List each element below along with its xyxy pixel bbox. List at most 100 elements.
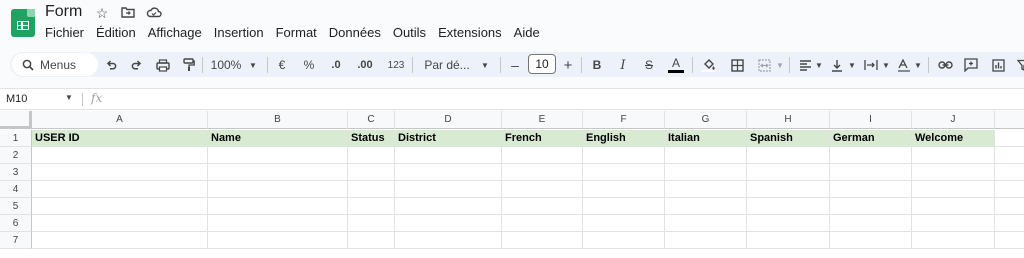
- font-size-input[interactable]: 10: [528, 54, 556, 74]
- grid-cell[interactable]: [502, 215, 583, 232]
- grid-cell[interactable]: [395, 147, 502, 164]
- strikethrough-button[interactable]: S: [642, 55, 656, 75]
- grid-cell[interactable]: [995, 130, 1024, 147]
- grid-cell[interactable]: [583, 198, 665, 215]
- column-header-f[interactable]: F: [583, 111, 665, 129]
- rotation-chevron-down-icon[interactable]: ▼: [914, 55, 922, 75]
- menu-file[interactable]: Fichier: [45, 25, 84, 40]
- print-icon[interactable]: [155, 55, 171, 75]
- grid-cell[interactable]: [348, 232, 395, 249]
- increase-font-size-button[interactable]: +: [561, 55, 575, 75]
- grid-cell[interactable]: [583, 215, 665, 232]
- grid-cell[interactable]: [665, 232, 747, 249]
- currency-format-button[interactable]: €: [275, 55, 289, 75]
- text-color-button[interactable]: A: [667, 55, 685, 75]
- header-cell[interactable]: USER ID: [32, 130, 208, 147]
- grid-cell[interactable]: [32, 198, 208, 215]
- insert-link-icon[interactable]: [937, 55, 953, 75]
- grid-cell[interactable]: [912, 147, 995, 164]
- row-header-7[interactable]: 7: [0, 232, 32, 249]
- grid-cell[interactable]: [747, 147, 830, 164]
- grid-cell[interactable]: [995, 164, 1024, 181]
- text-rotation-icon[interactable]: [896, 55, 912, 75]
- borders-icon[interactable]: [729, 55, 745, 75]
- grid-cell[interactable]: [665, 215, 747, 232]
- grid-cell[interactable]: [348, 181, 395, 198]
- grid-cell[interactable]: [995, 215, 1024, 232]
- menu-format[interactable]: Format: [276, 25, 317, 40]
- wrap-chevron-down-icon[interactable]: ▼: [882, 55, 890, 75]
- header-cell[interactable]: Name: [208, 130, 348, 147]
- grid-cell[interactable]: [583, 181, 665, 198]
- column-header-b[interactable]: B: [208, 111, 348, 129]
- merge-cells-icon[interactable]: [756, 55, 772, 75]
- increase-decimal-button[interactable]: .00: [354, 55, 376, 75]
- paint-format-icon[interactable]: [181, 55, 197, 75]
- column-header-d[interactable]: D: [395, 111, 502, 129]
- zoom-chevron-down-icon[interactable]: ▼: [248, 55, 258, 75]
- grid-cell[interactable]: [747, 181, 830, 198]
- column-header-k[interactable]: [995, 111, 1024, 129]
- redo-icon[interactable]: [129, 55, 145, 75]
- column-header-c[interactable]: C: [348, 111, 395, 129]
- menu-tools[interactable]: Outils: [393, 25, 426, 40]
- grid-cell[interactable]: [348, 198, 395, 215]
- name-box-chevron-down-icon[interactable]: ▼: [65, 93, 73, 102]
- row-header-4[interactable]: 4: [0, 181, 32, 198]
- grid-cell[interactable]: [583, 164, 665, 181]
- column-header-e[interactable]: E: [502, 111, 583, 129]
- header-cell[interactable]: Status: [348, 130, 395, 147]
- insert-comment-icon[interactable]: [963, 55, 979, 75]
- grid-cell[interactable]: [502, 164, 583, 181]
- grid-cell[interactable]: [665, 198, 747, 215]
- grid-cell[interactable]: [665, 147, 747, 164]
- number-format-button[interactable]: 123: [385, 55, 407, 75]
- grid-cell[interactable]: [502, 147, 583, 164]
- cloud-status-icon[interactable]: [146, 5, 162, 21]
- menu-view[interactable]: Affichage: [148, 25, 202, 40]
- grid-cell[interactable]: [830, 147, 912, 164]
- valign-chevron-down-icon[interactable]: ▼: [848, 55, 856, 75]
- header-cell[interactable]: Spanish: [747, 130, 830, 147]
- menu-data[interactable]: Données: [329, 25, 381, 40]
- grid-cell[interactable]: [502, 181, 583, 198]
- merge-chevron-down-icon[interactable]: ▼: [776, 55, 784, 75]
- vertical-align-icon[interactable]: [830, 55, 844, 75]
- grid-cell[interactable]: [830, 198, 912, 215]
- insert-chart-icon[interactable]: [990, 55, 1006, 75]
- grid-cell[interactable]: [995, 232, 1024, 249]
- decrease-decimal-button[interactable]: .0: [327, 55, 345, 75]
- select-all-corner[interactable]: [0, 111, 32, 129]
- grid-cell[interactable]: [502, 232, 583, 249]
- move-folder-icon[interactable]: [120, 5, 136, 21]
- star-icon[interactable]: ☆: [94, 5, 110, 21]
- grid-cell[interactable]: [665, 181, 747, 198]
- grid-cell[interactable]: [395, 198, 502, 215]
- horizontal-align-icon[interactable]: [797, 55, 813, 75]
- row-header-1[interactable]: 1: [0, 130, 32, 147]
- grid-cell[interactable]: [747, 164, 830, 181]
- grid-cell[interactable]: [747, 215, 830, 232]
- grid-cell[interactable]: [830, 181, 912, 198]
- grid-cell[interactable]: [395, 215, 502, 232]
- grid-cell[interactable]: [995, 181, 1024, 198]
- undo-icon[interactable]: [103, 55, 119, 75]
- grid-cell[interactable]: [830, 232, 912, 249]
- menu-edit[interactable]: Édition: [96, 25, 136, 40]
- column-header-i[interactable]: I: [830, 111, 912, 129]
- header-cell[interactable]: French: [502, 130, 583, 147]
- grid-cell[interactable]: [208, 164, 348, 181]
- column-header-j[interactable]: J: [912, 111, 995, 129]
- row-header-6[interactable]: 6: [0, 215, 32, 232]
- grid-cell[interactable]: [32, 147, 208, 164]
- grid-cell[interactable]: [995, 147, 1024, 164]
- grid-cell[interactable]: [32, 181, 208, 198]
- menu-search-box[interactable]: Menus: [12, 53, 98, 76]
- grid-cell[interactable]: [912, 181, 995, 198]
- grid-cell[interactable]: [32, 232, 208, 249]
- document-title[interactable]: Form: [45, 3, 82, 21]
- row-header-2[interactable]: 2: [0, 147, 32, 164]
- font-family-select[interactable]: Par dé...: [418, 55, 476, 75]
- text-wrapping-icon[interactable]: [863, 55, 879, 75]
- grid-cell[interactable]: [208, 215, 348, 232]
